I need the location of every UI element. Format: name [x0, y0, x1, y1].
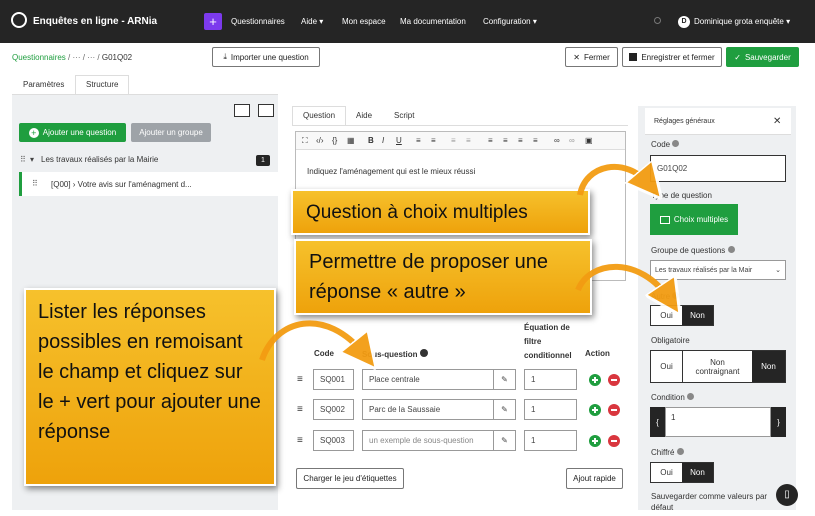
arrow-to-type-button	[577, 167, 650, 195]
arrow-to-other-toggle	[575, 263, 670, 300]
arrow-to-subquestion-field	[259, 320, 365, 360]
annotation-arrows	[259, 0, 815, 516]
